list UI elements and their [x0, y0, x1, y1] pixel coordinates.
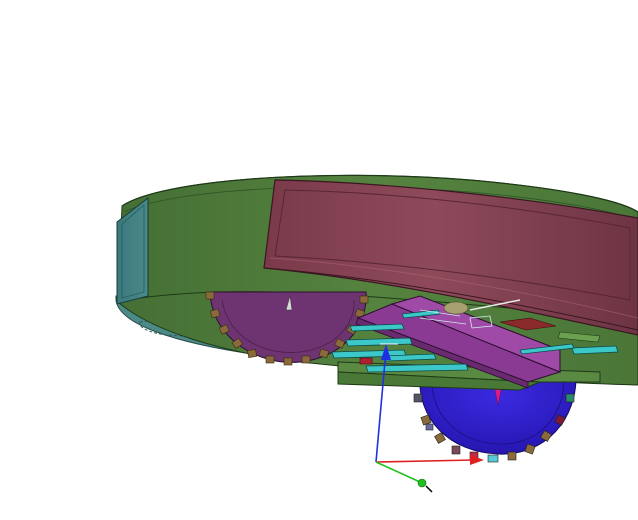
cad-model-canvas[interactable]	[0, 0, 638, 520]
cad-3d-viewport[interactable]	[0, 0, 638, 520]
